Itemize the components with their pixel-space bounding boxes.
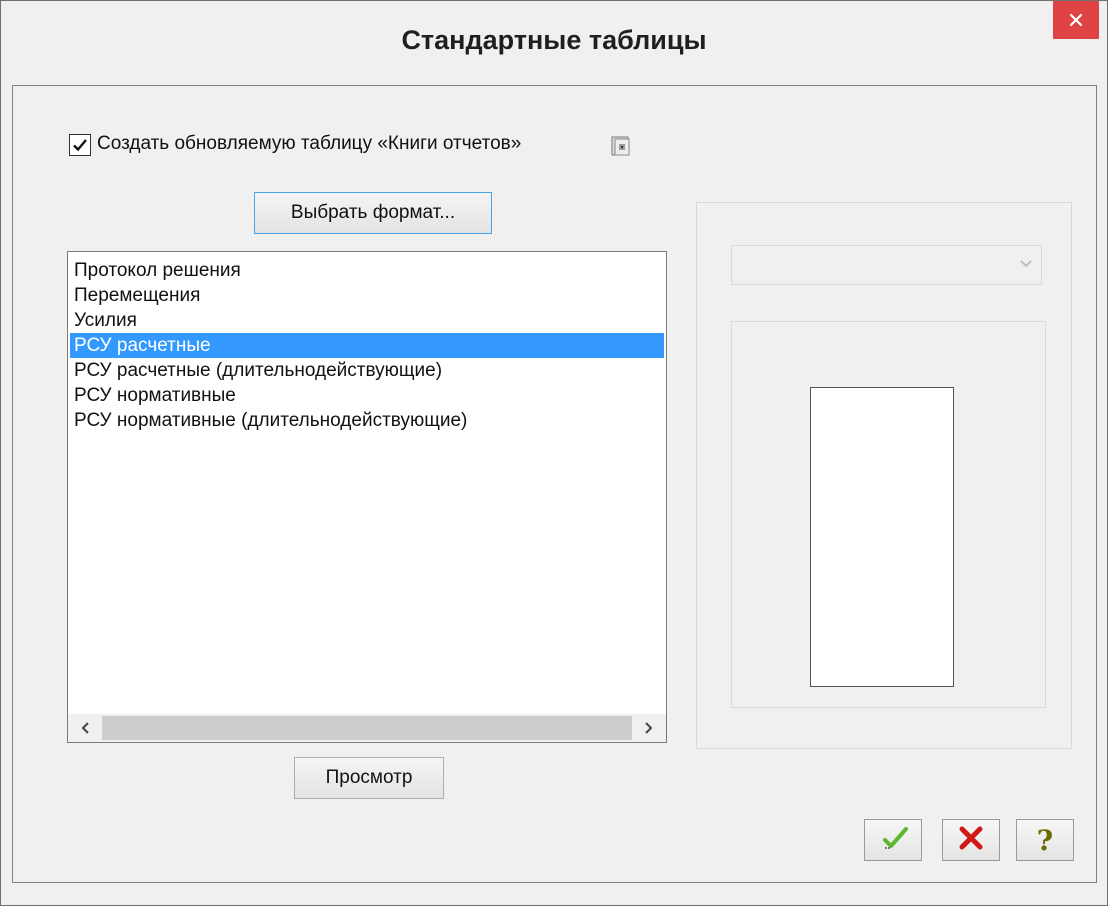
format-preview-panel bbox=[696, 202, 1072, 749]
list-item[interactable]: РСУ нормативные bbox=[70, 383, 664, 408]
list-item[interactable]: РСУ нормативные (длительнодействующие) bbox=[70, 408, 664, 433]
question-icon: ? bbox=[1036, 823, 1054, 857]
scroll-thumb[interactable] bbox=[102, 716, 632, 740]
format-dropdown[interactable] bbox=[731, 245, 1042, 285]
list-item[interactable]: Усилия bbox=[70, 308, 664, 333]
chevron-right-icon bbox=[645, 722, 653, 734]
chevron-down-icon bbox=[1019, 256, 1033, 274]
close-icon bbox=[1069, 13, 1083, 27]
close-button[interactable] bbox=[1053, 1, 1099, 39]
dialog-window: Стандартные таблицы Создать обновляемую … bbox=[0, 0, 1108, 906]
list-item-selected[interactable]: РСУ расчетные bbox=[70, 333, 664, 358]
create-updatable-table-label[interactable]: Создать обновляемую таблицу «Книги отчет… bbox=[97, 133, 521, 155]
select-format-button[interactable]: Выбрать формат... bbox=[254, 192, 492, 234]
list-item[interactable]: РСУ расчетные (длительнодействующие) bbox=[70, 358, 664, 383]
page-preview bbox=[810, 387, 954, 687]
title-bar: Стандартные таблицы bbox=[1, 1, 1107, 85]
ok-button[interactable] bbox=[864, 819, 922, 861]
list-item[interactable]: Протокол решения bbox=[70, 258, 664, 283]
cancel-button[interactable] bbox=[942, 819, 1000, 861]
checkmark-icon bbox=[73, 139, 87, 152]
create-updatable-table-checkbox[interactable] bbox=[69, 134, 91, 156]
page-preview-frame bbox=[731, 321, 1046, 708]
dialog-body: Создать обновляемую таблицу «Книги отчет… bbox=[12, 85, 1097, 883]
list-item[interactable]: Перемещения bbox=[70, 283, 664, 308]
scroll-left-button[interactable] bbox=[68, 714, 102, 742]
chevron-left-icon bbox=[81, 722, 89, 734]
red-x-icon bbox=[958, 825, 984, 856]
tables-listbox[interactable]: Протокол решения Перемещения Усилия РСУ … bbox=[67, 251, 667, 743]
scroll-right-button[interactable] bbox=[632, 714, 666, 742]
book-icon[interactable] bbox=[609, 134, 633, 158]
tables-list: Протокол решения Перемещения Усилия РСУ … bbox=[68, 252, 666, 433]
checkmark-icon bbox=[876, 825, 910, 856]
help-button[interactable]: ? bbox=[1016, 819, 1074, 861]
horizontal-scrollbar[interactable] bbox=[68, 714, 666, 742]
dialog-title: Стандартные таблицы bbox=[401, 25, 707, 55]
preview-button[interactable]: Просмотр bbox=[294, 757, 444, 799]
